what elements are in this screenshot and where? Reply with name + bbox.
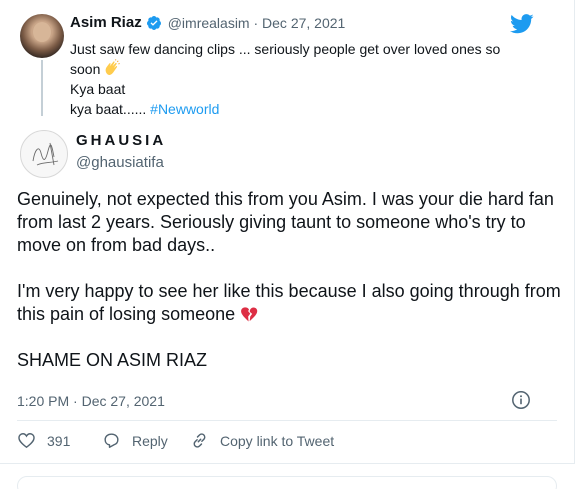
quoted-text-line: Kya baat bbox=[70, 81, 126, 97]
clapping-hands-icon bbox=[105, 59, 121, 76]
tweet-paragraph: I'm very happy to see her like this beca… bbox=[17, 280, 565, 326]
twitter-bird-icon[interactable] bbox=[510, 14, 534, 34]
tweet-actions: 391 Reply Copy link to Tweet bbox=[17, 431, 334, 450]
signature-logo-icon bbox=[32, 142, 59, 166]
tweet-paragraph: Genuinely, not expected this from you As… bbox=[17, 189, 554, 255]
verified-badge-icon bbox=[146, 15, 161, 30]
quoted-handle-date[interactable]: @imrealasim · Dec 27, 2021 bbox=[168, 15, 346, 31]
read-replies-bar[interactable] bbox=[17, 476, 557, 489]
tweet-card: Asim Riaz @imrealasim · Dec 27, 2021 Jus… bbox=[0, 0, 575, 464]
copy-link-label: Copy link to Tweet bbox=[220, 432, 335, 449]
quoted-text-line: kya baat...... #Newworld bbox=[70, 99, 540, 119]
copy-link-button[interactable]: Copy link to Tweet bbox=[190, 431, 334, 450]
quoted-tweet-header: Asim Riaz @imrealasim · Dec 27, 2021 bbox=[70, 14, 345, 31]
divider bbox=[17, 420, 557, 421]
tweet-paragraph: SHAME ON ASIM RIAZ bbox=[17, 350, 208, 370]
broken-heart-icon bbox=[241, 307, 258, 322]
like-button[interactable]: 391 bbox=[17, 431, 102, 450]
quoted-text-segment: soon bbox=[70, 61, 101, 77]
main-author-avatar[interactable] bbox=[20, 130, 68, 178]
quoted-text-line: soon bbox=[70, 59, 540, 79]
hashtag-link[interactable]: #Newworld bbox=[150, 101, 219, 117]
link-icon bbox=[193, 433, 206, 448]
reply-bubble-icon bbox=[104, 433, 119, 448]
info-icon[interactable] bbox=[511, 390, 531, 410]
quoted-text-line: Just saw few dancing clips ... seriously… bbox=[70, 41, 501, 57]
tweet-timestamp[interactable]: 1:20 PM · Dec 27, 2021 bbox=[17, 393, 165, 409]
likes-count: 391 bbox=[47, 432, 71, 449]
main-author-name[interactable]: GHAUSIA bbox=[76, 132, 166, 149]
reply-label: Reply bbox=[132, 432, 168, 449]
main-author-handle[interactable]: @ghausiatifa bbox=[76, 154, 164, 171]
quoted-text-segment: kya baat...... bbox=[70, 101, 151, 117]
quoted-tweet-text: Just saw few dancing clips ... seriously… bbox=[70, 39, 540, 119]
reply-button[interactable]: Reply bbox=[102, 431, 190, 450]
tweet-text-segment: I'm very happy to see her like this beca… bbox=[17, 281, 561, 324]
main-tweet-text: Genuinely, not expected this from you As… bbox=[17, 188, 565, 395]
quoted-author-name[interactable]: Asim Riaz bbox=[70, 14, 142, 31]
heart-icon bbox=[18, 433, 35, 449]
thread-connector-line bbox=[41, 60, 43, 116]
quoted-author-avatar[interactable] bbox=[20, 14, 64, 58]
